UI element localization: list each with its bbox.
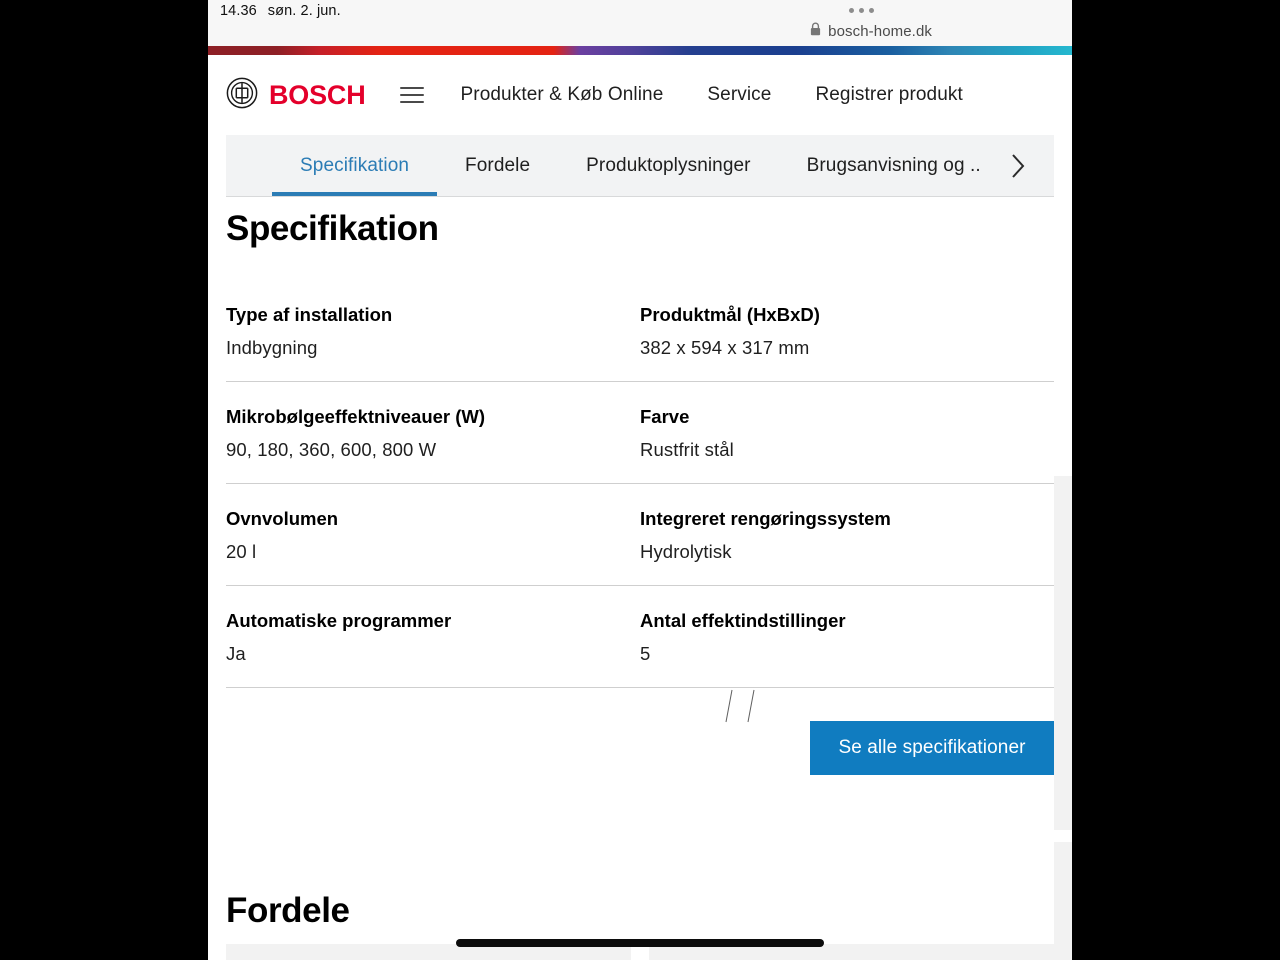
- lock-icon: [810, 22, 821, 41]
- site-header: BOSCH Produkter & Køb Online Service Reg…: [208, 55, 1072, 135]
- status-bar: 14.36 søn. 2. jun. bosch-home.dk: [208, 0, 1072, 46]
- status-bar-datetime: 14.36 søn. 2. jun.: [220, 3, 341, 19]
- tab-label: Fordele: [465, 154, 531, 176]
- side-panel-peek: [1054, 476, 1072, 830]
- spec-cell: Type af installation Indbygning: [226, 303, 640, 360]
- table-row: Automatiske programmer Ja Antal effektin…: [226, 586, 1054, 689]
- spec-key: Integreret rengøringssystem: [640, 508, 891, 530]
- page-title: Specifikation: [226, 209, 439, 248]
- dot: [849, 8, 854, 13]
- address-bar-url: bosch-home.dk: [828, 23, 932, 40]
- hamburger-menu-icon[interactable]: [399, 87, 424, 103]
- spec-cell: Antal effektindstillinger 5: [640, 609, 1054, 666]
- spec-key: Produktmål (HxBxD): [640, 304, 820, 325]
- spec-cell: Produktmål (HxBxD) 382 x 594 x 317 mm: [640, 303, 1054, 360]
- tab-specifikation[interactable]: Specifikation: [272, 135, 438, 196]
- spec-key: Automatiske programmer: [226, 610, 452, 632]
- spec-key: Antal effektindstillinger: [640, 610, 846, 632]
- tab-label: Brugsanvisning og ..: [806, 154, 981, 176]
- spec-value: 90, 180, 360, 600, 800 W: [226, 439, 437, 461]
- more-dots-icon[interactable]: [849, 8, 874, 13]
- cta-row: Se alle specifikationer: [226, 721, 1054, 776]
- chevron-right-icon[interactable]: [996, 135, 1040, 196]
- nav-item-produkter[interactable]: Produkter & Køb Online: [461, 84, 664, 106]
- tab-brugsanvisning[interactable]: Brugsanvisning og ..: [779, 135, 1009, 196]
- burger-line: [399, 101, 424, 103]
- spec-cell: Farve Rustfrit stål: [640, 405, 1054, 462]
- nav-item-service[interactable]: Service: [707, 84, 771, 106]
- status-clock: 14.36: [220, 3, 257, 19]
- table-row: Ovnvolumen 20 l Integreret rengøringssys…: [226, 484, 1054, 587]
- tab-label: Specifikation: [300, 154, 410, 176]
- bosch-logo[interactable]: BOSCH: [226, 77, 366, 114]
- see-all-specifications-button[interactable]: Se alle specifikationer: [810, 721, 1054, 776]
- bosch-wordmark: BOSCH: [269, 79, 366, 110]
- nav-item-registrer-produkt[interactable]: Registrer produkt: [815, 84, 962, 106]
- spec-value: Hydrolytisk: [640, 541, 732, 563]
- main-content: Specifikation Type af installation Indby…: [208, 209, 1072, 960]
- spec-value: Ja: [226, 643, 246, 665]
- spec-key: Type af installation: [226, 304, 393, 325]
- benefits-title: Fordele: [226, 891, 350, 931]
- burger-line: [399, 87, 424, 89]
- spec-cell: Ovnvolumen 20 l: [226, 507, 640, 564]
- table-row: Type af installation Indbygning Produktm…: [226, 303, 1054, 383]
- tab-fordele[interactable]: Fordele: [437, 135, 558, 196]
- section-tab-bar: Specifikation Fordele Produktoplysninger…: [226, 135, 1054, 197]
- table-row: Mikrobølgeeffektniveauer (W) 90, 180, 36…: [226, 382, 1054, 485]
- spec-value: 382 x 594 x 317 mm: [640, 337, 810, 359]
- spec-key: Ovnvolumen: [226, 508, 339, 530]
- main-navigation: Produkter & Køb Online Service Registrer…: [461, 84, 963, 106]
- specification-table: Type af installation Indbygning Produktm…: [226, 303, 1054, 689]
- spec-cell: Integreret rengøringssystem Hydrolytisk: [640, 507, 1054, 564]
- tab-label: Produktoplysninger: [586, 154, 751, 176]
- bosch-armature-logo-icon: [226, 77, 258, 114]
- side-panel-peek: [1054, 842, 1072, 960]
- burger-line: [399, 94, 424, 96]
- tab-list: Specifikation Fordele Produktoplysninger…: [226, 135, 1009, 196]
- spec-cell: Mikrobølgeeffektniveauer (W) 90, 180, 36…: [226, 405, 640, 462]
- tab-produktoplysninger[interactable]: Produktoplysninger: [558, 135, 778, 196]
- spec-value: 5: [640, 643, 651, 665]
- status-date: søn. 2. jun.: [267, 3, 341, 19]
- dot: [869, 8, 874, 13]
- spec-value: Rustfrit stål: [640, 439, 734, 461]
- home-indicator: [456, 939, 824, 947]
- spec-cell: Automatiske programmer Ja: [226, 609, 640, 666]
- bosch-brand-gradient-bar: [208, 46, 1072, 55]
- dot: [859, 8, 864, 13]
- spec-value: 20 l: [226, 541, 257, 563]
- spec-key: Mikrobølgeeffektniveauer (W): [226, 406, 486, 428]
- spec-value: Indbygning: [226, 337, 318, 359]
- device-screen: 14.36 søn. 2. jun. bosch-home.dk BOSCH P…: [208, 0, 1072, 960]
- spec-key: Farve: [640, 406, 690, 428]
- address-bar[interactable]: bosch-home.dk: [810, 22, 932, 41]
